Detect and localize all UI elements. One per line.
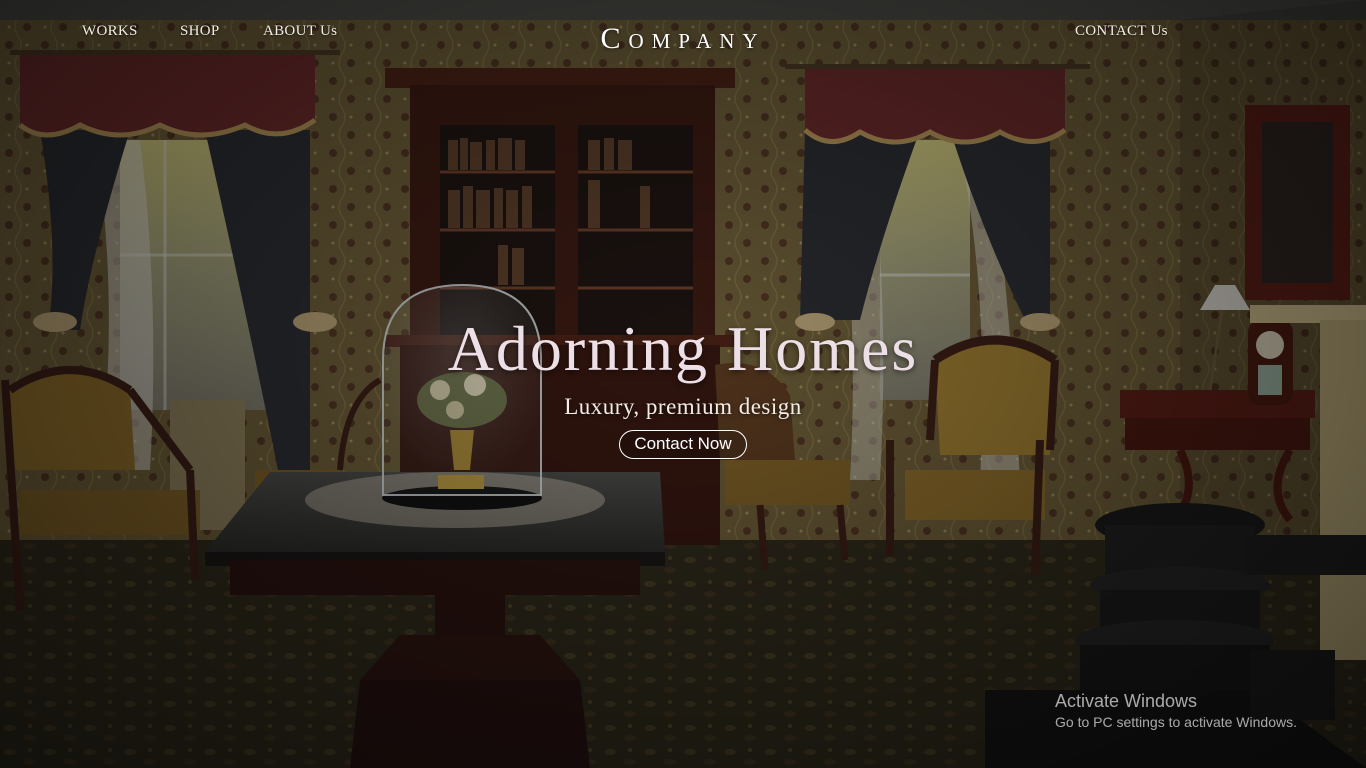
nav-link-contact-us[interactable]: CONTACT Us [1075, 23, 1168, 40]
nav-link-shop[interactable]: SHOP [180, 23, 220, 40]
nav-link-about-us[interactable]: ABOUT Us [263, 23, 337, 40]
nav-link-works[interactable]: WORKS [82, 23, 138, 40]
hero-cta-container: Contact Now [0, 430, 1366, 459]
brand-logo[interactable]: Company [600, 22, 765, 55]
top-navigation: WORKS SHOP ABOUT Us Company CONTACT Us [0, 0, 1366, 64]
hero-title: Adorning Homes [447, 313, 919, 384]
page: WORKS SHOP ABOUT Us Company CONTACT Us A… [0, 0, 1366, 768]
hero-subtitle: Luxury, premium design [564, 394, 802, 419]
contact-now-button[interactable]: Contact Now [619, 430, 747, 459]
